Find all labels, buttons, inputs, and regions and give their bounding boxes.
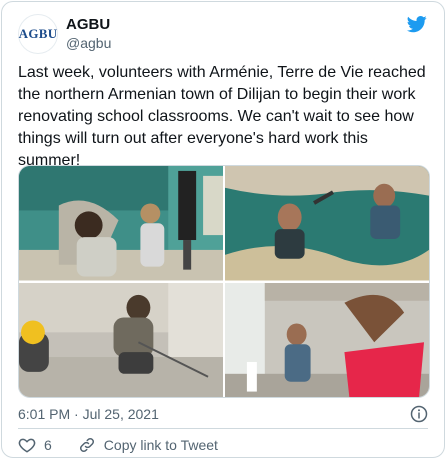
tweet-actions: 6 Copy link to Tweet xyxy=(18,435,244,455)
tweet-text: Last week, volunteers with Arménie, Terr… xyxy=(18,64,426,169)
handle[interactable]: @agbu xyxy=(66,34,111,52)
heart-icon xyxy=(18,438,36,453)
tweet-meta: 6:01 PM · Jul 25, 2021 xyxy=(18,405,428,423)
avatar[interactable]: AGBU xyxy=(18,14,58,54)
photo-woman-on-floor[interactable] xyxy=(19,282,223,397)
photo-volunteers-scraping-wall[interactable] xyxy=(19,166,223,281)
link-icon xyxy=(79,437,94,453)
info-icon[interactable] xyxy=(410,405,428,423)
avatar-logo-text: AGBU xyxy=(18,26,58,41)
timestamp[interactable]: 6:01 PM · Jul 25, 2021 xyxy=(18,406,159,422)
like-button[interactable]: 6 xyxy=(18,436,52,454)
display-name[interactable]: AGBU xyxy=(66,16,111,34)
photo-men-with-hammers[interactable] xyxy=(225,166,429,281)
like-count: 6 xyxy=(44,437,52,453)
tweet-header: AGBU AGBU @agbu xyxy=(18,14,428,54)
copy-link-label: Copy link to Tweet xyxy=(103,437,218,453)
twitter-bird-icon[interactable] xyxy=(406,14,428,34)
copy-link-button[interactable]: Copy link to Tweet xyxy=(78,436,218,454)
tweet-card: AGBU AGBU @agbu Last week, volunteers wi… xyxy=(1,1,445,458)
divider xyxy=(18,428,428,429)
media-grid xyxy=(18,165,430,398)
photo-man-with-bucket[interactable] xyxy=(225,282,429,397)
author-names[interactable]: AGBU @agbu xyxy=(66,16,111,52)
